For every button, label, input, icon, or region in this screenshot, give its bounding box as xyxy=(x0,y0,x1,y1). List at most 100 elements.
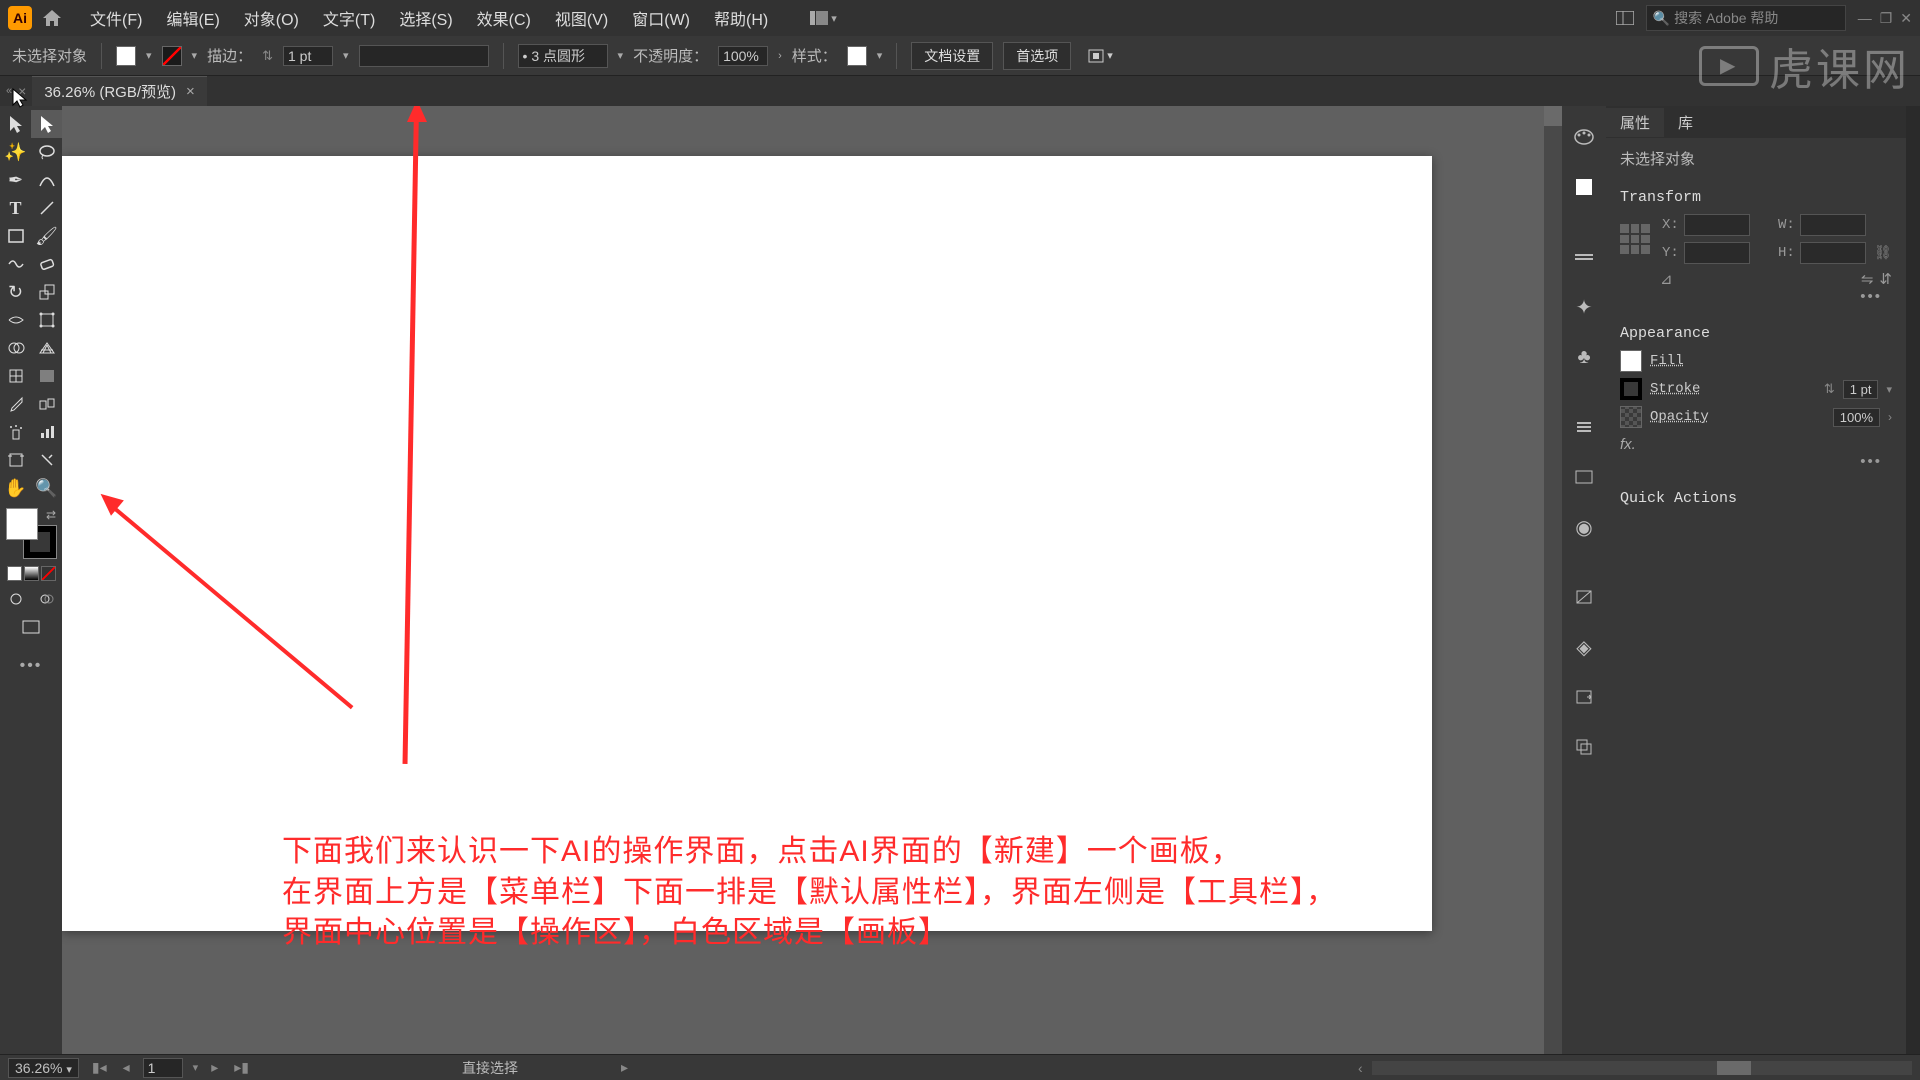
stroke-label-prop[interactable]: Stroke xyxy=(1650,381,1700,397)
fill-swatch[interactable] xyxy=(116,46,136,66)
stepper-icon[interactable]: ⇅ xyxy=(262,48,273,64)
reference-point[interactable] xyxy=(1620,224,1650,254)
scroll-left-icon[interactable]: ‹ xyxy=(1358,1060,1363,1076)
menu-select[interactable]: 选择(S) xyxy=(387,2,464,34)
vertical-scrollbar[interactable] xyxy=(1544,106,1562,1054)
asset-export-panel-icon[interactable] xyxy=(1571,684,1597,710)
free-transform-tool[interactable] xyxy=(31,306,62,334)
menu-type[interactable]: 文字(T) xyxy=(311,2,387,34)
arrange-docs-icon[interactable] xyxy=(1616,11,1634,25)
next-artboard-icon[interactable]: ▸ xyxy=(208,1059,221,1076)
eraser-tool[interactable] xyxy=(31,250,62,278)
rectangle-tool[interactable] xyxy=(0,222,31,250)
properties-tab[interactable]: 属性 xyxy=(1606,108,1664,137)
menu-edit[interactable]: 编辑(E) xyxy=(154,2,231,34)
edit-toolbar-icon[interactable]: ••• xyxy=(0,657,62,675)
stroke-weight-dropdown-icon[interactable]: ▾ xyxy=(343,49,349,62)
opacity-label-prop[interactable]: Opacity xyxy=(1650,409,1709,425)
symbol-sprayer-tool[interactable] xyxy=(0,418,31,446)
artboards-panel-icon[interactable] xyxy=(1571,734,1597,760)
fill-color-box[interactable] xyxy=(6,508,38,540)
transform-panel-icon[interactable] xyxy=(1571,464,1597,490)
shaper-tool[interactable] xyxy=(0,250,31,278)
window-minimize-icon[interactable]: — xyxy=(1858,10,1872,26)
swatches-panel-icon[interactable] xyxy=(1571,174,1597,200)
stroke-dropdown-icon[interactable]: ▾ xyxy=(192,49,198,62)
home-icon[interactable] xyxy=(42,9,62,27)
stroke-swatch[interactable] xyxy=(162,46,182,66)
document-tab[interactable]: 36.26% (RGB/预览) × xyxy=(32,76,206,106)
fill-stroke-control[interactable]: ⇄ xyxy=(6,508,56,558)
swap-fill-stroke-icon[interactable]: ⇄ xyxy=(46,508,56,522)
menu-window[interactable]: 窗口(W) xyxy=(620,2,702,34)
window-close-icon[interactable]: ✕ xyxy=(1900,10,1912,27)
perspective-grid-tool[interactable] xyxy=(31,334,62,362)
fx-button[interactable]: fx. xyxy=(1620,436,1892,453)
flip-h-icon[interactable]: ⇋ xyxy=(1861,270,1874,288)
stroke-panel-icon[interactable]: ♣ xyxy=(1571,344,1597,370)
preferences-button[interactable]: 首选项 xyxy=(1003,42,1071,70)
selection-tool[interactable] xyxy=(0,110,31,138)
appearance-panel-icon[interactable]: ◉ xyxy=(1571,514,1597,540)
first-artboard-icon[interactable]: ▮◂ xyxy=(89,1059,110,1076)
layers-panel-icon[interactable]: ◈ xyxy=(1571,634,1597,660)
symbols-panel-icon[interactable]: ✦ xyxy=(1571,294,1597,320)
horizontal-scrollbar[interactable]: ‹ › xyxy=(1372,1061,1912,1075)
flip-v-icon[interactable]: ⇵ xyxy=(1879,270,1892,288)
brush-field[interactable]: • 3 点圆形 xyxy=(518,44,608,68)
type-tool[interactable]: T xyxy=(0,194,31,222)
y-field[interactable] xyxy=(1684,242,1750,264)
canvas-area[interactable]: 下面我们来认识一下AI的操作界面，点击AI界面的【新建】一个画板， 在界面上方是… xyxy=(62,106,1562,1054)
opacity-val-prop[interactable]: 100% xyxy=(1833,408,1880,427)
fill-label[interactable]: Fill xyxy=(1650,353,1684,369)
screen-mode-button[interactable] xyxy=(0,613,62,641)
tab-close-left-icon[interactable]: × xyxy=(18,83,26,99)
artboard[interactable] xyxy=(62,156,1432,931)
last-artboard-icon[interactable]: ▸▮ xyxy=(231,1059,252,1076)
menu-file[interactable]: 文件(F) xyxy=(78,2,154,34)
menu-object[interactable]: 对象(O) xyxy=(232,2,311,34)
panel-collapse-bar[interactable] xyxy=(1906,106,1920,1054)
window-restore-icon[interactable]: ❐ xyxy=(1880,10,1893,27)
artboard-tool[interactable] xyxy=(0,446,31,474)
scrollbar-thumb[interactable] xyxy=(1544,106,1562,126)
line-tool[interactable] xyxy=(31,194,62,222)
opacity-swatch-prop[interactable] xyxy=(1620,406,1642,428)
menu-view[interactable]: 视图(V) xyxy=(543,2,620,34)
hand-tool[interactable]: ✋ xyxy=(0,474,31,502)
style-swatch[interactable] xyxy=(847,46,867,66)
rotate-tool[interactable]: ↻ xyxy=(0,278,31,306)
curvature-tool[interactable] xyxy=(31,166,62,194)
column-graph-tool[interactable] xyxy=(31,418,62,446)
mesh-tool[interactable] xyxy=(0,362,31,390)
zoom-field[interactable]: 36.26% ▾ xyxy=(8,1058,79,1078)
status-play-icon[interactable]: ▸ xyxy=(618,1059,631,1076)
color-mode-gradient[interactable] xyxy=(24,566,39,581)
lasso-tool[interactable] xyxy=(31,138,62,166)
draw-mode-normal[interactable] xyxy=(0,585,31,613)
align-panel-icon[interactable] xyxy=(1571,414,1597,440)
artboard-number-field[interactable]: 1 xyxy=(143,1058,183,1078)
opacity-expand-icon[interactable]: › xyxy=(1888,410,1892,424)
color-mode-none[interactable] xyxy=(41,566,56,581)
color-mode-normal[interactable] xyxy=(7,566,22,581)
tab-scroll-icon[interactable]: « xyxy=(6,85,12,97)
draw-mode-behind[interactable] xyxy=(31,585,62,613)
workspace-switcher[interactable]: ▾ xyxy=(810,11,837,25)
stepper-icon[interactable]: ⇅ xyxy=(1824,381,1835,397)
h-field[interactable] xyxy=(1800,242,1866,264)
stroke-weight-field[interactable]: 1 pt xyxy=(283,46,333,66)
brushes-panel-icon[interactable] xyxy=(1571,244,1597,270)
opacity-field[interactable]: 100% xyxy=(718,46,768,66)
style-dropdown-icon[interactable]: ▾ xyxy=(877,49,883,62)
close-tab-icon[interactable]: × xyxy=(186,83,195,100)
opacity-expand-icon[interactable]: › xyxy=(778,50,782,62)
blend-tool[interactable] xyxy=(31,390,62,418)
more-options-icon[interactable]: ••• xyxy=(1620,288,1892,305)
fill-swatch-prop[interactable] xyxy=(1620,350,1642,372)
document-setup-button[interactable]: 文档设置 xyxy=(911,42,993,70)
x-field[interactable] xyxy=(1684,214,1750,236)
brush-dropdown-icon[interactable]: ▾ xyxy=(618,49,624,62)
variable-width-field[interactable] xyxy=(359,45,489,67)
scale-tool[interactable] xyxy=(31,278,62,306)
